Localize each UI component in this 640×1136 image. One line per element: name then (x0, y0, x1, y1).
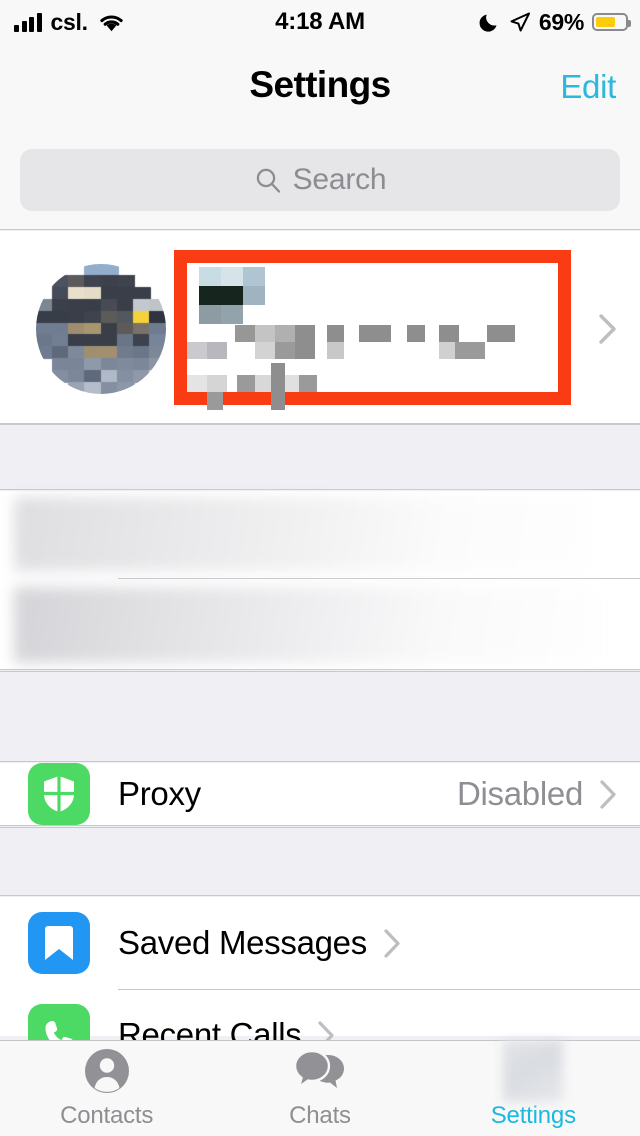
redacted-row-1[interactable] (14, 497, 592, 571)
search-bar-container: Search (0, 130, 640, 230)
search-icon (256, 168, 280, 193)
chevron-right-icon (600, 779, 616, 809)
edit-button[interactable]: Edit (560, 68, 616, 106)
tab-bar: Contacts Chats Settings (0, 1040, 640, 1136)
page-title: Settings (249, 64, 391, 105)
tab-label-contacts: Contacts (60, 1102, 154, 1129)
tab-contacts[interactable]: Contacts (0, 1047, 213, 1130)
row-value-proxy: Disabled (456, 775, 583, 812)
status-bar-right: 69% (479, 0, 631, 44)
profile-row[interactable] (0, 231, 640, 424)
profile-name-redacted (199, 267, 359, 324)
search-input[interactable]: Search (20, 149, 620, 211)
profile-username-redacted (187, 363, 347, 411)
section-gap-1 (0, 424, 640, 490)
list-section: Saved Messages Recent Calls (0, 897, 640, 1066)
shield-icon (28, 763, 90, 825)
redacted-row-2[interactable] (14, 587, 596, 663)
row-label-proxy: Proxy (118, 775, 201, 812)
row-separator (118, 578, 640, 579)
app-screen: csl. 4:18 AM 69% Settings Edit Search Pr… (0, 0, 640, 1136)
avatar[interactable] (36, 264, 166, 394)
status-bar: csl. 4:18 AM 69% (0, 0, 640, 44)
profile-phone-redacted (187, 325, 537, 359)
clock-label: 4:18 AM (275, 8, 365, 35)
tab-settings[interactable]: Settings (427, 1040, 640, 1130)
row-label-saved-messages: Saved Messages (118, 924, 367, 961)
profile-details-highlight-box (174, 250, 571, 410)
search-placeholder: Search (292, 163, 387, 196)
tab-label-settings: Settings (490, 1102, 576, 1129)
battery-percent-label: 69% (538, 8, 584, 35)
row-saved-messages[interactable]: Saved Messages (0, 897, 640, 989)
gear-icon (503, 1040, 564, 1102)
redacted-rows-section (0, 491, 640, 670)
do-not-disturb-moon-icon (479, 14, 497, 32)
tab-label-chats: Chats (289, 1102, 351, 1129)
chevron-right-icon (599, 314, 616, 344)
nav-bar: Settings Edit (0, 44, 640, 130)
chat-bubbles-icon (293, 1047, 346, 1095)
battery-icon (592, 13, 631, 31)
tab-chats[interactable]: Chats (213, 1047, 426, 1130)
section-gap-3 (0, 827, 640, 896)
bookmark-icon (28, 912, 90, 974)
chevron-right-icon (384, 928, 400, 958)
location-arrow-icon (510, 12, 530, 32)
person-icon (83, 1047, 131, 1095)
proxy-section: Proxy Disabled (0, 763, 640, 826)
